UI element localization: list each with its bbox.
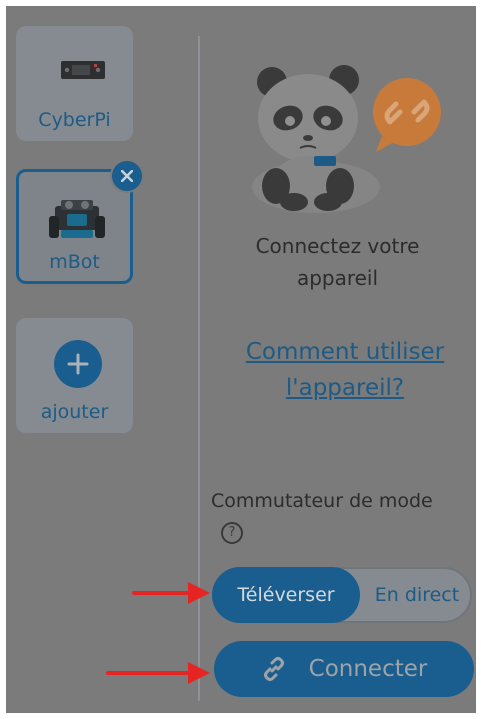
add-circle — [54, 340, 102, 388]
annotation-arrow-upload — [132, 582, 210, 604]
connect-button-label: Connecter — [308, 656, 428, 682]
device-label-mbot: mBot — [49, 251, 100, 273]
mode-switch-label: Commutateur de mode — [211, 490, 433, 512]
panda-broken-link-icon — [252, 65, 441, 213]
device-card-cyberpi[interactable]: CyberPi — [16, 26, 133, 141]
mbot-robot-icon — [49, 200, 105, 238]
link-icon — [261, 656, 287, 682]
device-help-link[interactable]: Comment utiliser l'appareil? — [200, 334, 481, 406]
mode-switch: Téléverser En direct — [212, 567, 472, 623]
device-help-link-line-2: l'appareil? — [285, 375, 405, 401]
plus-icon — [67, 353, 89, 375]
add-device-button[interactable]: ajouter — [16, 318, 133, 433]
device-card-mbot[interactable]: mBot — [16, 159, 144, 284]
mode-live-button[interactable]: En direct — [362, 569, 472, 621]
annotation-arrow-connect — [106, 662, 210, 684]
connect-status-text: Connectez votre appareil — [200, 230, 475, 294]
connect-status-line-2: appareil — [296, 266, 379, 290]
mode-upload-button[interactable]: Téléverser — [212, 567, 360, 623]
connect-button[interactable]: Connecter — [214, 641, 474, 697]
device-label-cyberpi: CyberPi — [38, 109, 111, 131]
connect-status-line-1: Connectez votre — [255, 234, 420, 258]
remove-device-button[interactable] — [110, 159, 144, 193]
cyberpi-device-icon — [61, 61, 105, 79]
question-circle-icon[interactable]: ? — [221, 522, 243, 544]
close-icon — [121, 170, 133, 182]
device-help-link-line-1: Comment utiliser — [245, 339, 445, 365]
add-device-label: ajouter — [40, 401, 109, 423]
